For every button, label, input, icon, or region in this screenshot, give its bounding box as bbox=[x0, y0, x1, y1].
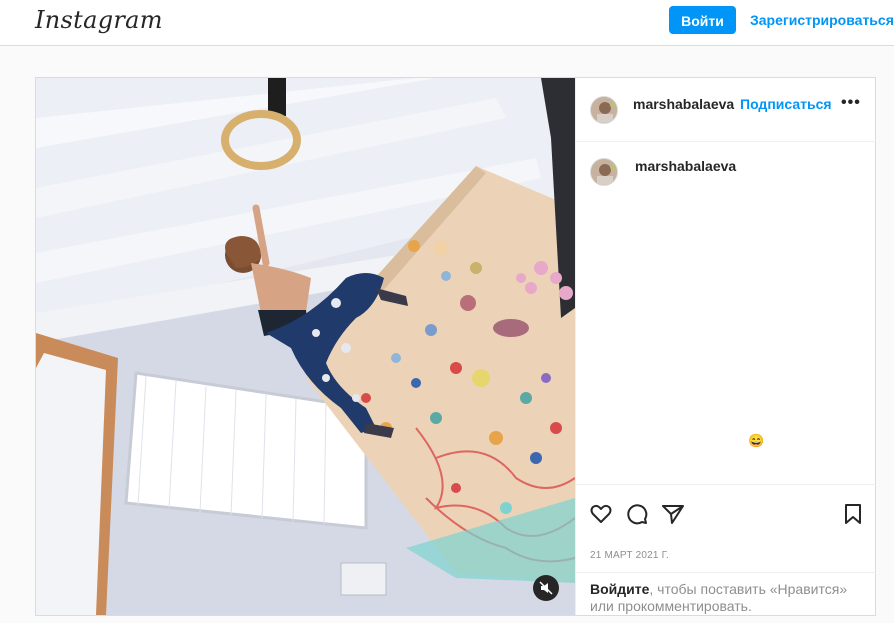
post-video[interactable] bbox=[36, 78, 575, 615]
post-header: marshabalaeva Подписаться ••• bbox=[576, 78, 876, 142]
instagram-logo[interactable]: Instagram bbox=[35, 6, 163, 34]
post-author-username[interactable]: marshabalaeva bbox=[633, 96, 734, 112]
bookmark-icon[interactable] bbox=[840, 501, 866, 527]
post-sidebar: marshabalaeva Подписаться ••• marshabala… bbox=[575, 78, 876, 615]
mute-icon[interactable] bbox=[533, 575, 559, 601]
more-options-icon[interactable]: ••• bbox=[841, 94, 861, 112]
comment-icon[interactable] bbox=[624, 501, 650, 527]
login-prompt: Войдите, чтобы поставить «Нравится» или … bbox=[576, 572, 876, 615]
caption-emoji: 😄 bbox=[748, 433, 765, 448]
login-prompt-link[interactable]: Войдите bbox=[590, 581, 649, 597]
post-card: marshabalaeva Подписаться ••• marshabala… bbox=[35, 77, 876, 616]
share-icon[interactable] bbox=[660, 501, 686, 527]
heart-icon[interactable] bbox=[588, 501, 614, 527]
login-button[interactable]: Войти bbox=[669, 6, 736, 34]
caption-author-username[interactable]: marshabalaeva bbox=[635, 158, 736, 174]
post-date[interactable]: 21 МАРТ 2021 Г. bbox=[590, 550, 669, 561]
video-frame-illustration bbox=[36, 78, 575, 615]
caption-avatar[interactable] bbox=[590, 158, 618, 186]
follow-button[interactable]: Подписаться bbox=[740, 96, 832, 112]
signup-link[interactable]: Зарегистрироваться bbox=[750, 12, 894, 28]
avatar[interactable] bbox=[590, 96, 618, 124]
top-nav-bar: Instagram Войти Зарегистрироваться bbox=[0, 0, 894, 46]
post-actions bbox=[576, 484, 876, 542]
